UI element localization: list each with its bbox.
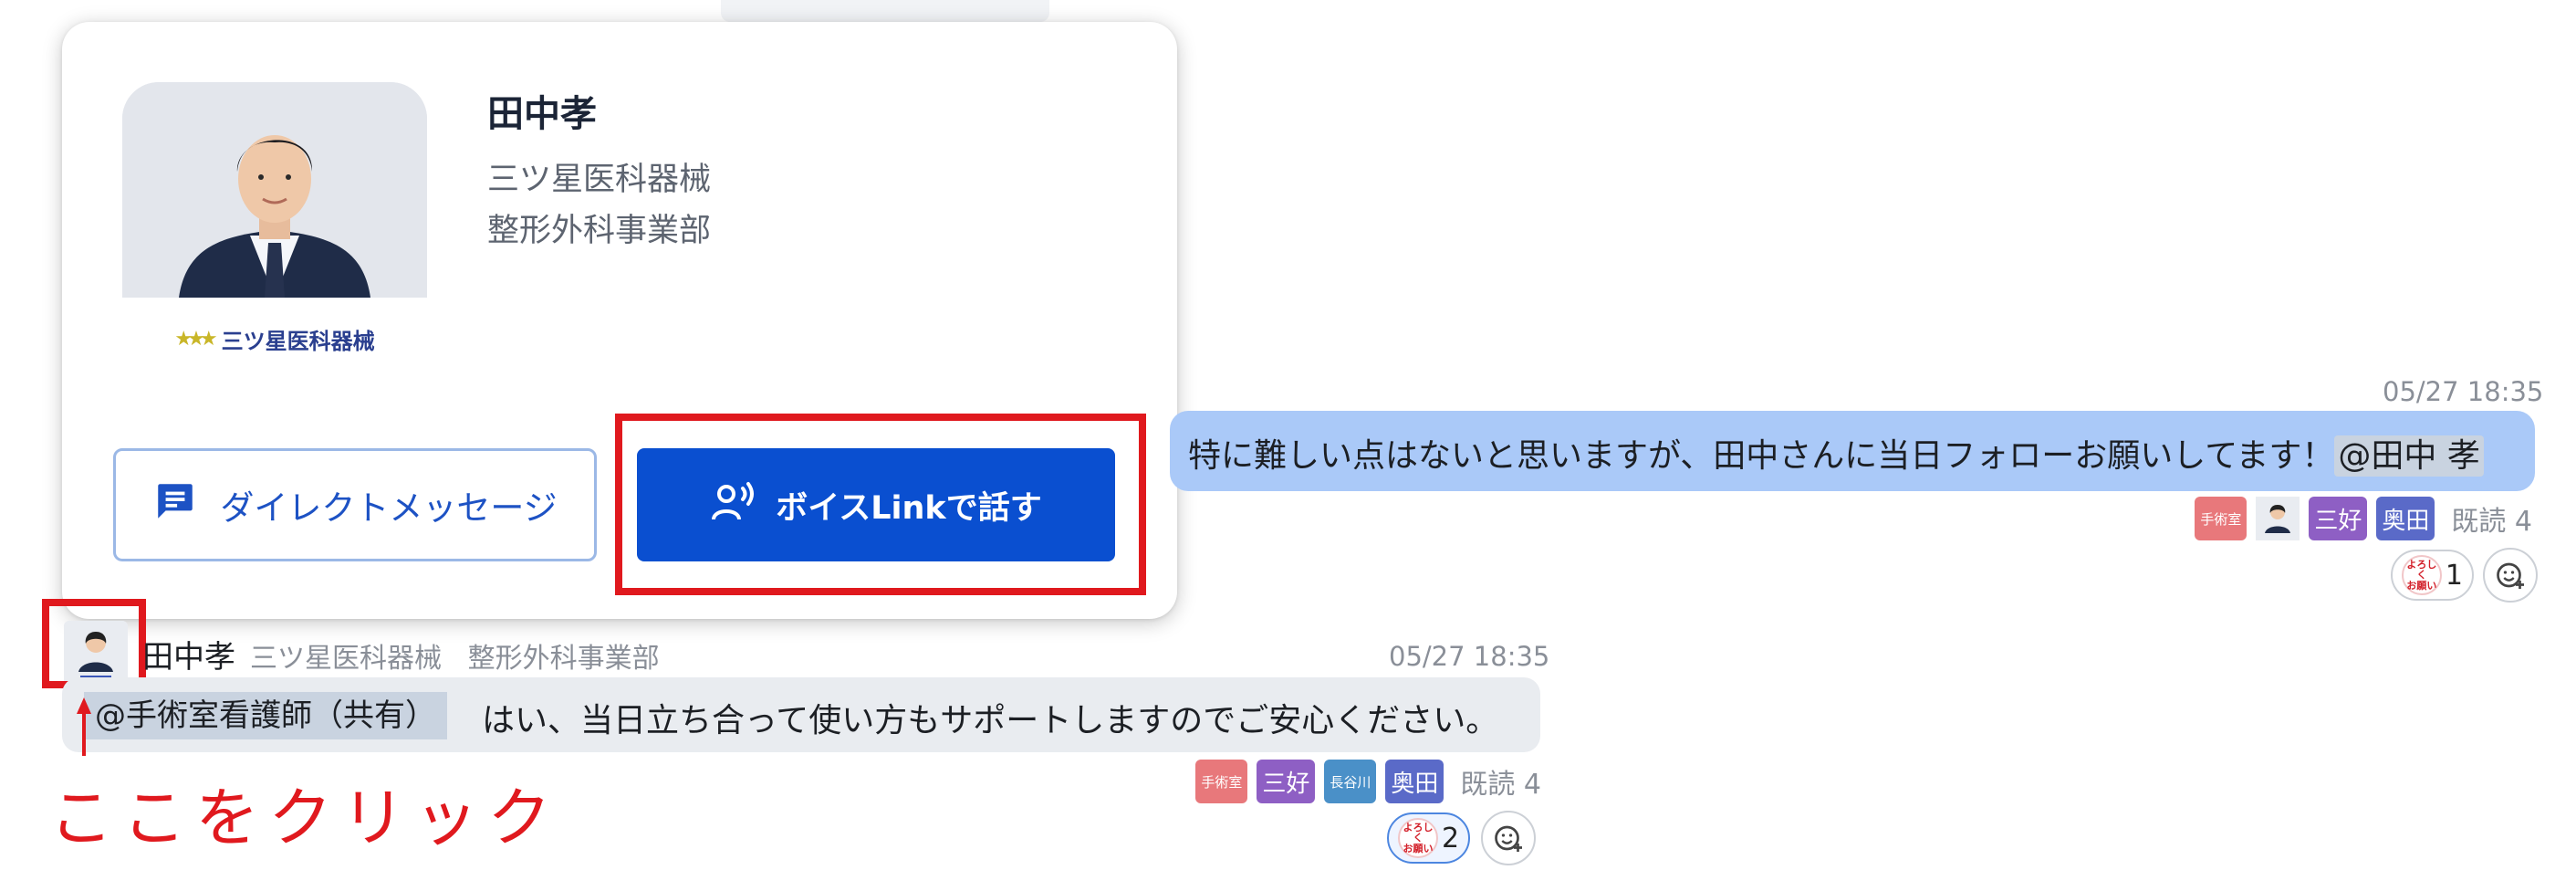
read-count: 既読 4	[2451, 506, 2532, 538]
add-emoji-icon	[1495, 825, 1523, 852]
reader-badge: 手術室	[2195, 497, 2247, 540]
message-out-readers[interactable]: 手術室 三好 奥田 既読 4	[2195, 497, 2532, 540]
profile-company: 三ツ星医科器械	[487, 162, 712, 198]
message-out-timestamp: 05/27 18:35	[2383, 376, 2544, 407]
reader-badge: 三好	[2309, 497, 2368, 540]
reaction-count: 2	[1442, 822, 1460, 854]
company-logo: ★★★ 三ツ星医科器械	[122, 298, 427, 380]
popup-top-edge	[721, 0, 1049, 22]
click-here-label: ここをクリック	[49, 781, 560, 855]
company-logo-text: 三ツ星医科器械	[221, 328, 375, 354]
read-count: 既読 4	[1460, 769, 1541, 801]
yoroshiku-stamp-icon: よろしく お願い	[2401, 555, 2442, 595]
sender-name[interactable]: 田中孝	[142, 632, 235, 676]
profile-name: 田中孝	[487, 93, 597, 135]
add-reaction-button[interactable]	[1481, 811, 1537, 865]
avatar-highlight-box	[42, 599, 146, 688]
message-in-text: はい、当日立ち合って使い方もサポートしますのでご安心ください。	[482, 702, 1499, 739]
yoroshiku-stamp-icon: よろしく お願い	[1398, 818, 1438, 858]
reaction-count: 1	[2445, 559, 2463, 592]
reader-badge: 三好	[1257, 760, 1316, 803]
message-out-text: 特に難しい点はないと思いますが、田中さんに当日フォローお願いしてます！ @田中 孝	[1188, 429, 2484, 477]
reader-badge: 手術室	[1195, 760, 1248, 803]
reaction-chip[interactable]: よろしく お願い 1	[2390, 550, 2474, 601]
sender-company: 三ツ星医科器械	[250, 643, 442, 675]
sender-meta: 三ツ星医科器械 整形外科事業部	[250, 635, 660, 676]
direct-message-label: ダイレクトメッセージ	[220, 488, 558, 528]
up-arrow-icon	[77, 697, 91, 760]
message-out-body: 特に難しい点はないと思いますが、田中さんに当日フォローお願いしてます！	[1188, 437, 2335, 475]
reader-avatar	[2256, 497, 2300, 540]
voice-button-highlight-box	[615, 414, 1146, 595]
message-in-mention[interactable]: @手術室看護師（共有）	[84, 692, 447, 739]
message-in-timestamp: 05/27 18:35	[1389, 641, 1550, 672]
message-out-reactions: よろしく お願い 1	[2390, 548, 2538, 603]
reader-badge: 奥田	[1385, 760, 1444, 803]
direct-message-button[interactable]: ダイレクトメッセージ	[113, 448, 597, 561]
message-out-mention[interactable]: @田中 孝	[2334, 435, 2484, 477]
star-logo-icon: ★★★	[174, 327, 217, 351]
message-in-readers[interactable]: 手術室 三好 長谷川 奥田 既読 4	[1195, 760, 1541, 803]
profile-photo	[122, 82, 427, 298]
reader-badge: 奥田	[2376, 497, 2435, 540]
reaction-chip[interactable]: よろしく お願い 2	[1387, 812, 1471, 864]
add-emoji-icon	[2497, 562, 2524, 589]
reader-badge: 長谷川	[1324, 760, 1377, 803]
add-reaction-button[interactable]	[2483, 548, 2538, 603]
chat-icon	[152, 478, 198, 532]
sender-department: 整形外科事業部	[467, 643, 660, 675]
profile-department: 整形外科事業部	[487, 213, 712, 249]
message-in-reactions: よろしく お願い 2	[1387, 811, 1537, 865]
